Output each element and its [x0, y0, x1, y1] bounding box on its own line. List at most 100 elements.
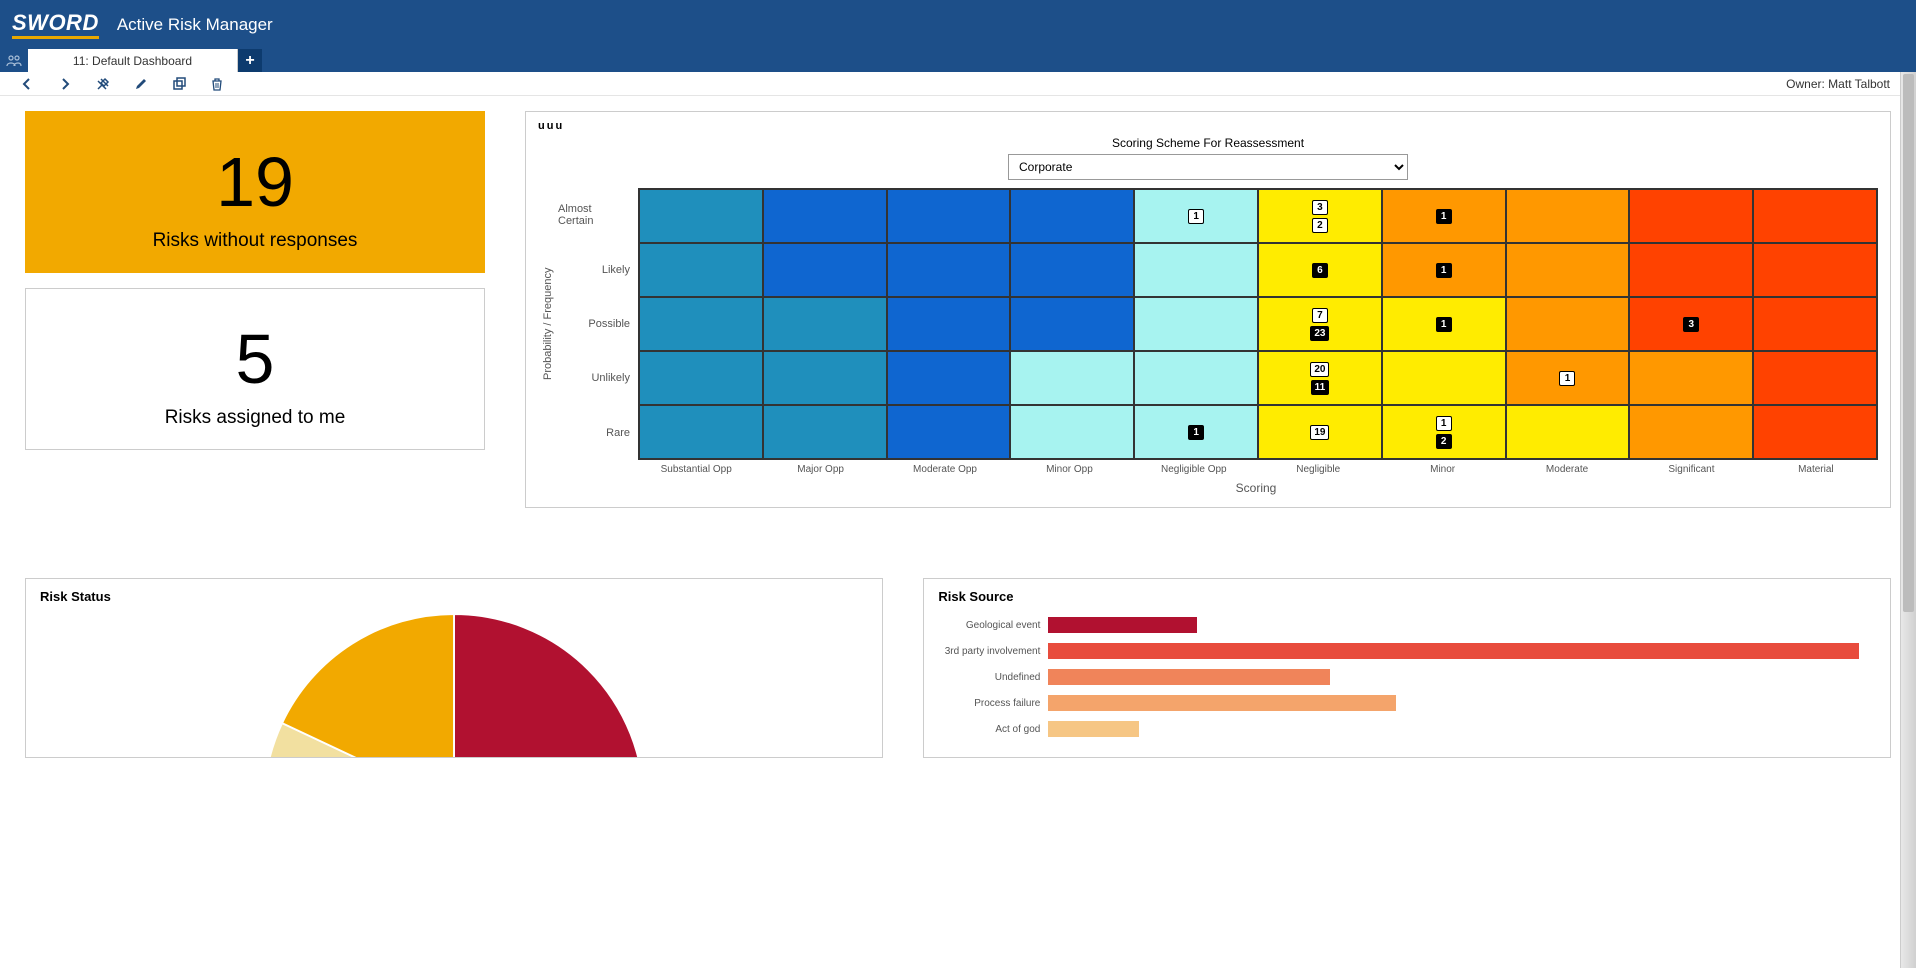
risk-source-panel: Risk Source Geological event3rd party in… [923, 578, 1891, 758]
kpi-risks-assigned-to-me[interactable]: 5 Risks assigned to me [25, 288, 485, 450]
matrix-badge[interactable]: 19 [1310, 425, 1329, 440]
matrix-cell[interactable] [1629, 405, 1753, 459]
matrix-badge[interactable]: 1 [1436, 416, 1452, 431]
matrix-cell[interactable]: 6 [1258, 243, 1382, 297]
forward-button[interactable] [46, 72, 84, 95]
matrix-cell[interactable] [1506, 189, 1630, 243]
y-tick: Unlikely [558, 351, 638, 405]
matrix-cell[interactable] [1629, 189, 1753, 243]
matrix-cell[interactable] [887, 405, 1011, 459]
matrix-cell[interactable]: 19 [1258, 405, 1382, 459]
matrix-cell[interactable]: 1 [1134, 405, 1258, 459]
matrix-badge[interactable]: 7 [1312, 308, 1328, 323]
matrix-cell[interactable] [1629, 243, 1753, 297]
kpi-risks-without-responses[interactable]: 19 Risks without responses [25, 111, 485, 273]
matrix-badge[interactable]: 1 [1436, 263, 1452, 278]
matrix-cell[interactable] [763, 351, 887, 405]
matrix-cell[interactable] [763, 405, 887, 459]
matrix-badge[interactable]: 23 [1310, 326, 1329, 341]
bar-row[interactable]: Geological event [938, 612, 1876, 638]
matrix-cell[interactable]: 3 [1629, 297, 1753, 351]
matrix-cell[interactable] [887, 243, 1011, 297]
back-button[interactable] [8, 72, 46, 95]
matrix-cell[interactable] [887, 351, 1011, 405]
matrix-cell[interactable]: 2011 [1258, 351, 1382, 405]
matrix-cell[interactable] [1629, 351, 1753, 405]
group-icon[interactable] [0, 49, 28, 72]
matrix-cell[interactable]: 1 [1382, 297, 1506, 351]
scrollbar[interactable] [1900, 72, 1916, 968]
y-tick: Likely [558, 242, 638, 296]
matrix-cell[interactable] [639, 405, 763, 459]
matrix-cell[interactable]: 1 [1382, 189, 1506, 243]
bar-row[interactable]: 3rd party involvement [938, 638, 1876, 664]
matrix-cell[interactable] [887, 189, 1011, 243]
delete-button[interactable] [198, 72, 236, 95]
matrix-badge[interactable]: 6 [1312, 263, 1328, 278]
y-tick: Almost Certain [558, 188, 638, 242]
matrix-badge[interactable]: 20 [1310, 362, 1329, 377]
matrix-cell[interactable] [763, 297, 887, 351]
matrix-cell[interactable]: 723 [1258, 297, 1382, 351]
matrix-cell[interactable]: 12 [1382, 405, 1506, 459]
edit-button[interactable] [122, 72, 160, 95]
matrix-badge[interactable]: 1 [1436, 209, 1452, 224]
matrix-badge[interactable]: 2 [1312, 218, 1328, 233]
matrix-cell[interactable] [763, 189, 887, 243]
matrix-cell[interactable] [1134, 351, 1258, 405]
x-tick: Material [1754, 460, 1878, 475]
scrollbar-thumb[interactable] [1903, 74, 1914, 612]
matrix-cell[interactable] [1753, 243, 1877, 297]
matrix-badge[interactable]: 3 [1683, 317, 1699, 332]
matrix-cell[interactable]: 1 [1134, 189, 1258, 243]
matrix-cell[interactable]: 1 [1382, 243, 1506, 297]
matrix-cell[interactable] [639, 243, 763, 297]
add-tab-button[interactable]: + [238, 49, 262, 72]
brand-logo: SWORD [12, 10, 99, 39]
bar-label: 3rd party involvement [938, 646, 1048, 657]
matrix-badge[interactable]: 3 [1312, 200, 1328, 215]
unpin-button[interactable] [84, 72, 122, 95]
matrix-cell[interactable]: 1 [1506, 351, 1630, 405]
matrix-cell[interactable] [1134, 297, 1258, 351]
y-axis-label: Probability / Frequency [538, 188, 558, 460]
matrix-cell[interactable] [1382, 351, 1506, 405]
matrix-badge[interactable]: 2 [1436, 434, 1452, 449]
x-tick: Significant [1629, 460, 1753, 475]
matrix-cell[interactable] [1753, 189, 1877, 243]
matrix-cell[interactable] [639, 297, 763, 351]
matrix-cell[interactable] [1753, 297, 1877, 351]
bar-row[interactable]: Process failure [938, 690, 1876, 716]
matrix-cell[interactable] [1010, 351, 1134, 405]
app-title: Active Risk Manager [117, 15, 273, 35]
matrix-cell[interactable] [1753, 405, 1877, 459]
matrix-cell[interactable] [1506, 243, 1630, 297]
bar-chart[interactable]: Geological event 3rd party involvement Und… [938, 612, 1876, 742]
matrix-cell[interactable] [763, 243, 887, 297]
matrix-badge[interactable]: 1 [1188, 209, 1204, 224]
matrix-cell[interactable] [1010, 243, 1134, 297]
matrix-badge[interactable]: 11 [1311, 380, 1330, 395]
toolbar: Owner: Matt Talbott [0, 72, 1916, 96]
matrix-badge[interactable]: 1 [1436, 317, 1452, 332]
scheme-select[interactable]: Corporate [1008, 154, 1408, 180]
matrix-badge[interactable]: 1 [1559, 371, 1575, 386]
risk-matrix-grid[interactable]: 132161723132011111912 [638, 188, 1878, 460]
matrix-badge[interactable]: 1 [1188, 425, 1204, 440]
matrix-cell[interactable] [1753, 351, 1877, 405]
matrix-cell[interactable] [1506, 297, 1630, 351]
tab-default-dashboard[interactable]: 11: Default Dashboard [28, 49, 238, 72]
matrix-cell[interactable] [1134, 243, 1258, 297]
matrix-cell[interactable] [1506, 405, 1630, 459]
matrix-cell[interactable] [1010, 405, 1134, 459]
bar-row[interactable]: Undefined [938, 664, 1876, 690]
bar-row[interactable]: Act of god [938, 716, 1876, 742]
matrix-cell[interactable]: 32 [1258, 189, 1382, 243]
matrix-cell[interactable] [887, 297, 1011, 351]
matrix-cell[interactable] [1010, 189, 1134, 243]
pie-chart[interactable] [264, 614, 644, 758]
matrix-cell[interactable] [1010, 297, 1134, 351]
matrix-cell[interactable] [639, 351, 763, 405]
copy-button[interactable] [160, 72, 198, 95]
matrix-cell[interactable] [639, 189, 763, 243]
